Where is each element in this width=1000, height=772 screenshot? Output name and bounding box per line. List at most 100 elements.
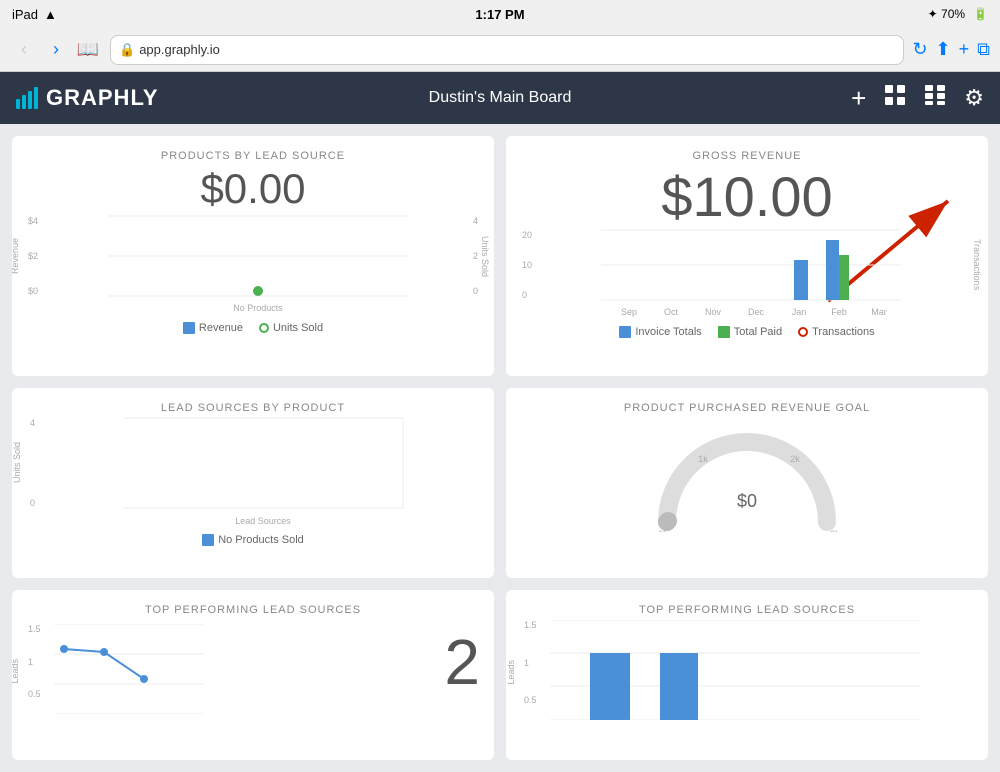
revenue-goal-title: PRODUCT PURCHASED REVENUE GOAL xyxy=(520,402,974,414)
legend-units-sold: Units Sold xyxy=(259,322,323,334)
lead-y-top: 4 xyxy=(30,418,35,428)
products-legend: Revenue Units Sold xyxy=(26,322,480,334)
top-left-y3: 0.5 xyxy=(28,689,41,699)
legend-invoice-icon xyxy=(619,326,631,338)
reload-button[interactable]: ↻ xyxy=(912,39,927,60)
svg-text:3k: 3k xyxy=(830,529,840,532)
list-view-button[interactable] xyxy=(924,84,946,112)
share-button[interactable]: ⬆ xyxy=(936,39,951,60)
legend-revenue: Revenue xyxy=(183,322,243,334)
y-label-left: Revenue xyxy=(12,238,20,274)
lead-sources-chart-area: 4 0 Units Sold Lead Sources xyxy=(56,418,470,528)
svg-text:Dec: Dec xyxy=(748,307,765,317)
grid-view-button[interactable] xyxy=(884,84,906,112)
status-bar: iPad ▲ 1:17 PM ✦ 70% 🔋 xyxy=(0,0,1000,28)
logo: GRAPHLY xyxy=(16,85,159,111)
bluetooth-icon: ✦ 70% xyxy=(928,7,965,21)
top-right-y1: 1.5 xyxy=(524,620,537,630)
y-axis-right-bot: 0 xyxy=(473,286,478,296)
legend-invoice: Invoice Totals xyxy=(619,326,701,338)
lead-y-bot: 0 xyxy=(30,498,35,508)
bookmarks-button[interactable]: 📖 xyxy=(74,36,102,64)
lead-sources-title: LEAD SOURCES BY PRODUCT xyxy=(26,402,480,414)
legend-no-products-icon xyxy=(202,534,214,546)
products-by-lead-source-value: $0.00 xyxy=(26,166,480,212)
legend-transactions: Transactions xyxy=(798,326,875,338)
top-left-y-label: Leads xyxy=(12,659,20,684)
bar1 xyxy=(16,99,20,109)
gross-legend: Invoice Totals Total Paid Transactions xyxy=(520,326,974,338)
logo-text: GRAPHLY xyxy=(46,85,159,111)
products-by-lead-source-card: PRODUCTS BY LEAD SOURCE $0.00 $4 $2 $0 4… xyxy=(12,136,494,376)
top-left-y1: 1.5 xyxy=(28,624,41,634)
y-axis-right-top: 4 xyxy=(473,216,478,226)
legend-trans-icon xyxy=(798,327,808,337)
top-lead-left-value: 2 xyxy=(434,620,480,694)
lead-sources-card: LEAD SOURCES BY PRODUCT 4 0 Units Sold L… xyxy=(12,388,494,578)
bar3 xyxy=(28,91,32,109)
gross-chart-area: 20 10 0 Transactions Sep Oct Nov xyxy=(548,230,954,320)
header-actions: + ⚙ xyxy=(851,83,984,114)
legend-revenue-icon xyxy=(183,322,195,334)
status-time: 1:17 PM xyxy=(475,7,524,22)
top-lead-right-title: TOP PERFORMING LEAD SOURCES xyxy=(520,604,974,616)
svg-text:Nov: Nov xyxy=(705,307,722,317)
legend-invoice-label: Invoice Totals xyxy=(635,326,701,338)
svg-text:0k: 0k xyxy=(658,529,668,532)
back-button[interactable]: ‹ xyxy=(10,36,38,64)
y-axis-right-mid: 2 xyxy=(473,251,478,261)
svg-text:2k: 2k xyxy=(790,454,800,464)
svg-text:Mar: Mar xyxy=(871,307,887,317)
svg-text:1k: 1k xyxy=(698,454,708,464)
legend-total-paid: Total Paid xyxy=(718,326,782,338)
gross-revenue-title: GROSS REVENUE xyxy=(520,150,974,162)
products-chart-area: $4 $2 $0 4 2 0 Revenue Units Sold xyxy=(56,216,460,316)
battery-icon: 🔋 xyxy=(973,7,988,21)
dashboard: PRODUCTS BY LEAD SOURCE $0.00 $4 $2 $0 4… xyxy=(0,124,1000,772)
status-left: iPad ▲ xyxy=(12,7,57,22)
top-lead-right-chart: 1.5 1 0.5 Leads xyxy=(550,620,974,725)
y-axis-bot: $0 xyxy=(28,286,38,296)
products-by-lead-source-title: PRODUCTS BY LEAD SOURCE xyxy=(26,150,480,162)
top-lead-left-content: 1.5 1 0.5 Leads xyxy=(26,620,480,719)
top-left-chart-svg xyxy=(54,624,204,714)
address-bar[interactable]: 🔒 app.graphly.io xyxy=(110,35,904,65)
new-tab-button[interactable]: + xyxy=(959,39,970,60)
gross-revenue-value: $10.00 xyxy=(520,166,974,228)
app-header: GRAPHLY Dustin's Main Board + ⚙ xyxy=(0,72,1000,124)
y-label-right: Units Sold xyxy=(480,236,490,277)
lead-sources-svg: Lead Sources xyxy=(56,418,470,508)
tabs-button[interactable]: ⧉ xyxy=(977,39,990,60)
settings-button[interactable]: ⚙ xyxy=(964,85,984,111)
gross-y-label-right: Transactions xyxy=(972,239,982,290)
top-lead-sources-right-card: TOP PERFORMING LEAD SOURCES 1.5 1 0.5 Le… xyxy=(506,590,988,760)
gauge-svg: $0 0k 1k 2k 3k xyxy=(647,422,847,532)
revenue-goal-card: PRODUCT PURCHASED REVENUE GOAL $0 0k 1k … xyxy=(506,388,988,578)
lead-legend: No Products Sold xyxy=(26,534,480,546)
y-axis-top: $4 xyxy=(28,216,38,226)
bar4 xyxy=(34,87,38,109)
top-lead-sources-left-card: TOP PERFORMING LEAD SOURCES 1.5 1 0.5 Le… xyxy=(12,590,494,760)
lock-icon: 🔒 xyxy=(119,42,135,58)
legend-units-label: Units Sold xyxy=(273,322,323,334)
top-right-y2: 1 xyxy=(524,658,537,668)
gross-chart-svg: Sep Oct Nov Dec Jan Feb Mar xyxy=(548,230,954,300)
legend-revenue-label: Revenue xyxy=(199,322,243,334)
bar2 xyxy=(22,95,26,109)
browser-nav: ‹ › 📖 xyxy=(10,36,102,64)
legend-paid-icon xyxy=(718,326,730,338)
legend-units-icon xyxy=(259,323,269,333)
gross-y-top: 20 xyxy=(522,230,532,240)
url-text: app.graphly.io xyxy=(139,42,220,57)
gross-y-bot: 0 xyxy=(522,290,532,300)
device-label: iPad xyxy=(12,7,38,22)
browser-bar: ‹ › 📖 🔒 app.graphly.io ↻ ⬆ + ⧉ xyxy=(0,28,1000,72)
status-right: ✦ 70% 🔋 xyxy=(928,7,988,21)
top-right-y3: 0.5 xyxy=(524,695,537,705)
top-lead-left-chart: 1.5 1 0.5 Leads xyxy=(54,624,434,719)
forward-button[interactable]: › xyxy=(42,36,70,64)
browser-actions: ↻ ⬆ + ⧉ xyxy=(912,39,990,60)
add-widget-button[interactable]: + xyxy=(851,83,866,114)
svg-text:$0: $0 xyxy=(737,491,757,511)
legend-no-products: No Products Sold xyxy=(202,534,304,546)
